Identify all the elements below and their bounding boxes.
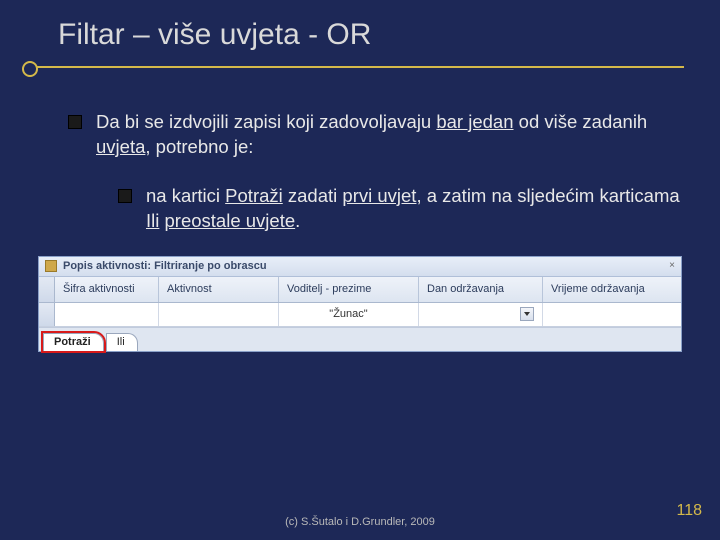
bullet-1-text: Da bi se izdvojili zapisi koji zadovolja… (96, 110, 680, 160)
tab-potrazi[interactable]: Potraži (43, 333, 104, 351)
text: na kartici (146, 185, 225, 206)
text: preostale uvjete (165, 210, 296, 231)
text: . (295, 210, 300, 231)
col-header-sifra[interactable]: Šifra aktivnosti (55, 277, 159, 302)
footer-copyright: (c) S.Šutalo i D.Grundler, 2009 (0, 516, 720, 528)
embedded-screenshot: × Popis aktivnosti: Filtriranje po obras… (38, 256, 682, 352)
text: od više zadanih (514, 111, 648, 132)
filter-cell-dan[interactable] (419, 303, 543, 326)
text: uvjeta (96, 136, 145, 157)
col-header-dan[interactable]: Dan održavanja (419, 277, 543, 302)
text: Da bi se izdvojili zapisi koji zadovolja… (96, 111, 436, 132)
col-header-vrijeme[interactable]: Vrijeme održavanja (543, 277, 681, 302)
app-icon (45, 260, 57, 272)
chevron-down-icon (524, 312, 530, 316)
filter-cell-voditelj[interactable]: "Žunac" (279, 303, 419, 326)
row-selector[interactable] (39, 277, 55, 302)
text: , potrebno je: (145, 136, 253, 157)
dropdown-button[interactable] (520, 307, 534, 321)
page-number: 118 (676, 502, 702, 520)
title-underline (36, 66, 684, 68)
text: bar jedan (436, 111, 513, 132)
bullet-2-text: na kartici Potraži zadati prvi uvjet, a … (146, 184, 680, 234)
text: , a zatim na sljedećim karticama (416, 185, 679, 206)
slide-title: Filtar – više uvjeta - OR (58, 18, 720, 52)
tab-ili[interactable]: Ili (106, 333, 138, 351)
col-header-voditelj[interactable]: Voditelj - prezime (279, 277, 419, 302)
row-selector[interactable] (39, 303, 55, 326)
text: prvi uvjet (342, 185, 416, 206)
filter-cell-aktivnost[interactable] (159, 303, 279, 326)
filter-row: "Žunac" (39, 303, 681, 327)
text: Ili (146, 210, 159, 231)
bullet-square-icon (118, 189, 132, 203)
window-titlebar: Popis aktivnosti: Filtriranje po obrascu (39, 257, 681, 277)
tabs-strip: Potraži Ili (39, 327, 681, 351)
text: zadati (283, 185, 343, 206)
bullet-square-icon (68, 115, 82, 129)
window-title: Popis aktivnosti: Filtriranje po obrascu (63, 260, 267, 272)
col-header-aktivnost[interactable]: Aktivnost (159, 277, 279, 302)
filter-cell-sifra[interactable] (55, 303, 159, 326)
bullet-1: Da bi se izdvojili zapisi koji zadovolja… (68, 110, 680, 160)
close-icon[interactable]: × (665, 259, 679, 273)
filter-cell-vrijeme[interactable] (543, 303, 681, 326)
text: Potraži (225, 185, 283, 206)
table-header-row: Šifra aktivnosti Aktivnost Voditelj - pr… (39, 277, 681, 303)
bullet-2: na kartici Potraži zadati prvi uvjet, a … (118, 184, 680, 234)
